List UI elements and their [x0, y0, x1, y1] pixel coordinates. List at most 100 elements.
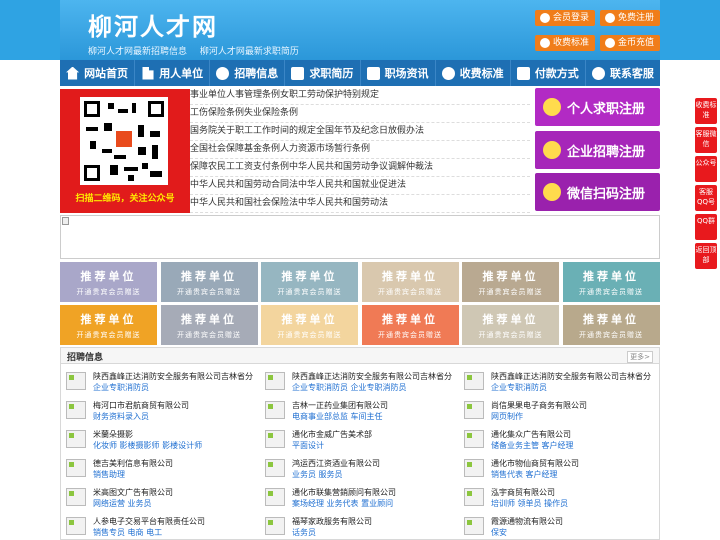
regulation-link[interactable]: 女职工劳动保护特别规定 [280, 90, 379, 100]
more-jobs-link[interactable]: 更多> [627, 351, 653, 363]
company-name-link[interactable]: 米高图文广告有限公司 [93, 487, 173, 498]
job-positions-link[interactable]: 案场经理 业务代表 置业顾问 [292, 498, 393, 509]
nav-news[interactable]: 职场资讯 [361, 60, 436, 86]
regulation-link[interactable]: 中华人民共和国劳动争议调解仲裁法 [289, 162, 433, 172]
job-positions-link[interactable]: 储备业务主管 客户经理 [491, 440, 574, 451]
job-positions-link[interactable]: 财务资料录入员 [93, 411, 149, 422]
company-name-link[interactable]: 通化市物仙商贸有限公司 [491, 458, 579, 469]
company-name-link[interactable]: 福琴家政服务有限公司 [292, 516, 372, 527]
company-name-link[interactable]: 泓宇商贸有限公司 [491, 487, 555, 498]
nav-service[interactable]: 联系客服 [586, 60, 660, 86]
job-positions-link[interactable]: 电商事业部总监 车间主任 [292, 411, 383, 422]
job-positions-link[interactable]: 销售专员 电商 电工 [93, 527, 162, 538]
recharge-button[interactable]: 金币充值 [600, 35, 661, 51]
company-name-link[interactable]: 吉林一正药业集团有限公司 [292, 400, 388, 411]
regulation-link[interactable]: 中华人民共和国就业促进法 [298, 180, 406, 190]
company-logo-image[interactable] [265, 488, 285, 506]
nav-pricing[interactable]: 收费标准 [436, 60, 511, 86]
company-register-button[interactable]: 企业招聘注册 [535, 131, 660, 169]
nav-home[interactable]: 网站首页 [60, 60, 136, 86]
side-float-item[interactable]: 客服QQ号 [695, 185, 717, 211]
recommend-tile[interactable]: 推荐单位 开通贵宾会员赠送 [562, 262, 660, 302]
regulation-link[interactable]: 中华人民共和国劳动法 [298, 198, 388, 208]
company-logo-image[interactable] [464, 459, 484, 477]
company-logo-image[interactable] [265, 401, 285, 419]
regulation-link[interactable]: 全国社会保障基金条例 [190, 144, 280, 154]
regulation-link[interactable]: 中华人民共和国社会保险法 [190, 198, 298, 208]
job-positions-link[interactable]: 平面设计 [292, 440, 324, 451]
regulation-link[interactable]: 中华人民共和国劳动合同法 [190, 180, 298, 190]
personal-register-button[interactable]: 个人求职注册 [535, 88, 660, 126]
company-name-link[interactable]: 陕西鑫峰正达消防安全服务有限公司吉林省分 [292, 371, 452, 382]
company-name-link[interactable]: 通化集众广告有限公司 [491, 429, 571, 440]
company-name-link[interactable]: 通化市金威广告美术部 [292, 429, 372, 440]
company-logo-image[interactable] [464, 488, 484, 506]
company-logo-image[interactable] [66, 372, 86, 390]
job-positions-link[interactable]: 销售代表 客户经理 [491, 469, 558, 480]
company-name-link[interactable]: 通化市联集营銷顾问有限公司 [292, 487, 396, 498]
regulation-link[interactable]: 全国年节及纪念日放假办法 [316, 126, 424, 136]
regulation-link[interactable]: 保障农民工工资支付条例 [190, 162, 289, 172]
job-positions-link[interactable]: 企业专职消防员 [491, 382, 547, 393]
recommend-tile[interactable]: 推荐单位 开通贵宾会员赠送 [261, 262, 358, 302]
regulation-link[interactable]: 国务院关于职工工作时间的规定 [190, 126, 316, 136]
regulation-link[interactable]: 事业单位人事管理条例 [190, 90, 280, 100]
recommend-tile[interactable]: 推荐单位 开通贵宾会员赠送 [462, 262, 559, 302]
nav-jobs[interactable]: 招聘信息 [210, 60, 286, 86]
company-logo-image[interactable] [464, 401, 484, 419]
company-logo-image[interactable] [265, 430, 285, 448]
side-float-item[interactable]: 公众号 [695, 156, 717, 182]
regulation-link[interactable]: 人力资源市场暂行条例 [280, 144, 370, 154]
job-positions-link[interactable]: 业务员 服务员 [292, 469, 343, 480]
login-button[interactable]: 会员登录 [535, 10, 596, 26]
recommend-tile[interactable]: 推荐单位 开通贵宾会员赠送 [261, 305, 358, 345]
company-name-link[interactable]: 陕西鑫峰正达消防安全服务有限公司吉林省分 [93, 371, 253, 382]
nav-resumes[interactable]: 求职简历 [285, 60, 361, 86]
recommend-tile[interactable]: 推荐单位 开通贵宾会员赠送 [160, 262, 258, 302]
recommend-tile[interactable]: 推荐单位 开通贵宾会员赠送 [160, 305, 258, 345]
regulation-link[interactable]: 失业保险条例 [244, 108, 298, 118]
company-name-link[interactable]: 米蘭朵摄影 [93, 429, 133, 440]
job-positions-link[interactable]: 企业专职消防员 企业专职消防员 [292, 382, 407, 393]
company-logo-image[interactable] [66, 459, 86, 477]
register-button[interactable]: 免费注册 [600, 10, 661, 26]
side-float-item[interactable]: 客服微信 [695, 127, 717, 153]
nav-payment[interactable]: 付款方式 [511, 60, 586, 86]
job-positions-link[interactable]: 网络运营 业务员 [93, 498, 152, 509]
company-logo-image[interactable] [265, 517, 285, 535]
company-name-link[interactable]: 霞源通物流有限公司 [491, 516, 563, 527]
company-logo-image[interactable] [66, 401, 86, 419]
job-positions-link[interactable]: 销售助理 [93, 469, 125, 480]
ad-banner[interactable] [60, 215, 660, 259]
company-logo-image[interactable] [66, 488, 86, 506]
company-name-link[interactable]: 梅河口市君航商贸有限公司 [93, 400, 189, 411]
side-float-item[interactable]: 返回顶部 [695, 243, 717, 269]
company-logo-image[interactable] [464, 372, 484, 390]
company-name-link[interactable]: 人参电子交易平台有限责任公司 [93, 516, 205, 527]
site-logo[interactable]: 柳河人才网 [88, 7, 218, 42]
recommend-tile[interactable]: 推荐单位 开通贵宾会员赠送 [462, 305, 559, 345]
recommend-tile[interactable]: 推荐单位 开通贵宾会员赠送 [361, 305, 459, 345]
regulation-link[interactable]: 工伤保险条例 [190, 108, 244, 118]
company-logo-image[interactable] [464, 430, 484, 448]
company-name-link[interactable]: 德吉美利信息有限公司 [93, 458, 173, 469]
job-positions-link[interactable]: 话务员 [292, 527, 316, 538]
job-positions-link[interactable]: 培训师 领单员 操作员 [491, 498, 568, 509]
pricing-button[interactable]: 收费标准 [535, 35, 596, 51]
company-logo-image[interactable] [464, 517, 484, 535]
nav-employers[interactable]: 用人单位 [135, 60, 211, 86]
job-positions-link[interactable]: 保安 [491, 527, 507, 538]
company-logo-image[interactable] [66, 430, 86, 448]
recommend-tile[interactable]: 推荐单位 开通贵宾会员赠送 [562, 305, 660, 345]
side-float-item[interactable]: QQ群 [695, 214, 717, 240]
company-name-link[interactable]: 鸿运西江资酒业有限公司 [292, 458, 380, 469]
recommend-tile[interactable]: 推荐单位 开通贵宾会员赠送 [60, 305, 157, 345]
company-logo-image[interactable] [265, 372, 285, 390]
job-positions-link[interactable]: 化妆师 影楼摄影师 影楼设计师 [93, 440, 202, 451]
company-name-link[interactable]: 陕西鑫峰正达消防安全服务有限公司吉林省分 [491, 371, 651, 382]
company-logo-image[interactable] [66, 517, 86, 535]
side-float-item[interactable]: 收费标准 [695, 98, 717, 124]
job-positions-link[interactable]: 网页制作 [491, 411, 523, 422]
wechat-register-button[interactable]: 微信扫码注册 [535, 173, 660, 211]
recommend-tile[interactable]: 推荐单位 开通贵宾会员赠送 [60, 262, 157, 302]
